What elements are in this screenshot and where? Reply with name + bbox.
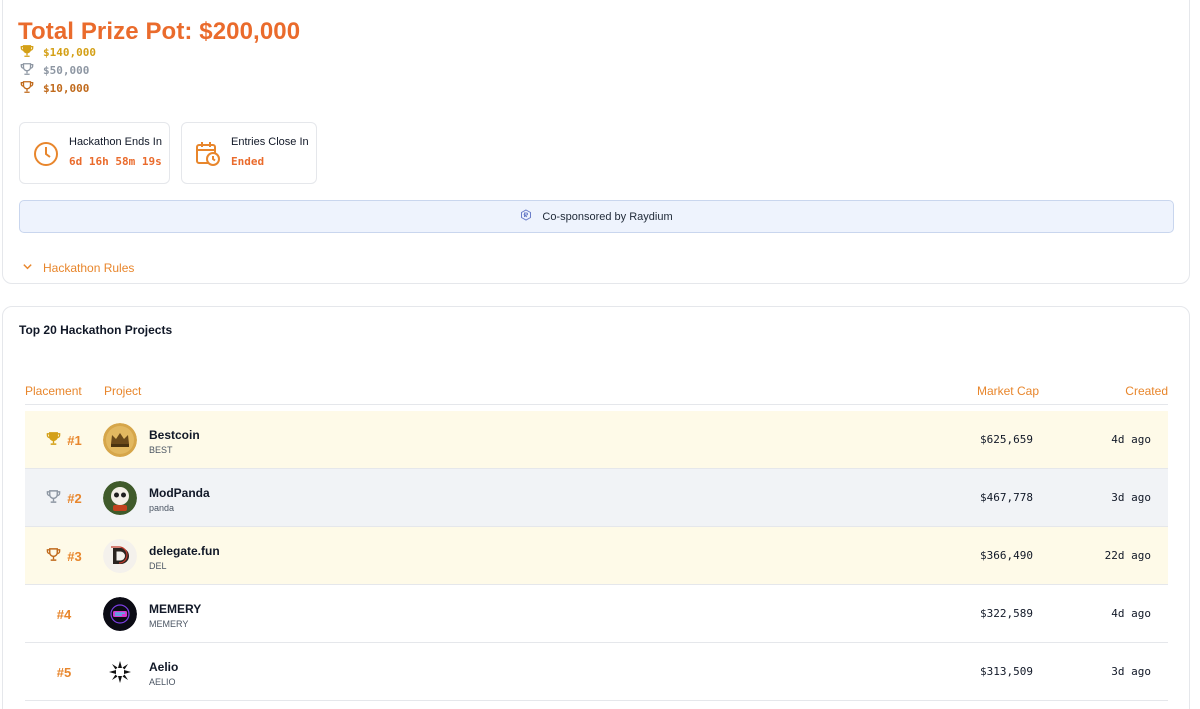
table-row[interactable]: #4 MEMERY MEMERY $322,589 4d ago bbox=[25, 585, 1168, 643]
prize-tier-amount: $50,000 bbox=[43, 64, 90, 77]
sponsor-text: Co-sponsored by Raydium bbox=[542, 210, 673, 223]
market-cap-value: $366,490 bbox=[980, 549, 1033, 562]
placement-cell: #2 bbox=[25, 469, 103, 527]
project-name[interactable]: MEMERY bbox=[149, 602, 201, 616]
entries-timer-label: Entries Close In bbox=[231, 136, 309, 148]
placement-cell: #4 bbox=[25, 585, 103, 643]
created-value: 3d ago bbox=[1111, 665, 1151, 678]
hackathon-timer-value: 6d 16h 58m 19s bbox=[69, 155, 162, 168]
hackathon-rules-label: Hackathon Rules bbox=[43, 261, 135, 275]
leaderboard-title: Top 20 Hackathon Projects bbox=[19, 323, 173, 337]
table-row[interactable]: #1 Bestcoin BEST $625,659 4d ago bbox=[25, 411, 1168, 469]
project-symbol: panda bbox=[149, 503, 175, 513]
prize-pot-title: Total Prize Pot: $200,000 bbox=[18, 18, 301, 45]
placement-number: #1 bbox=[67, 432, 82, 448]
project-symbol: MEMERY bbox=[149, 619, 189, 629]
prize-tier-amount: $10,000 bbox=[43, 82, 90, 95]
project-name[interactable]: Bestcoin bbox=[149, 428, 200, 442]
project-name[interactable]: Aelio bbox=[149, 660, 178, 674]
placement-number: #4 bbox=[56, 606, 72, 622]
placement-number: #2 bbox=[67, 490, 82, 506]
project-symbol: DEL bbox=[149, 561, 167, 571]
created-value: 4d ago bbox=[1111, 433, 1151, 446]
sponsor-banner[interactable]: Co-sponsored by Raydium bbox=[19, 200, 1174, 233]
trophy-silver-icon bbox=[46, 489, 61, 507]
column-header-placement[interactable]: Placement bbox=[25, 384, 82, 398]
column-header-project[interactable]: Project bbox=[104, 384, 141, 398]
column-header-created[interactable]: Created bbox=[1125, 384, 1168, 398]
trophy-gold-icon bbox=[20, 44, 34, 61]
market-cap-value: $322,589 bbox=[980, 607, 1033, 620]
raydium-logo-icon bbox=[520, 209, 532, 224]
project-avatar bbox=[103, 597, 137, 631]
created-value: 3d ago bbox=[1111, 491, 1151, 504]
entries-timer-box: Entries Close In Ended bbox=[181, 122, 317, 184]
project-avatar bbox=[103, 481, 137, 515]
created-value: 4d ago bbox=[1111, 607, 1151, 620]
trophy-gold-icon bbox=[46, 431, 61, 449]
placement-cell: #1 bbox=[25, 411, 103, 469]
market-cap-value: $313,509 bbox=[980, 665, 1033, 678]
project-name[interactable]: ModPanda bbox=[149, 486, 210, 500]
project-avatar bbox=[103, 423, 137, 457]
project-name[interactable]: delegate.fun bbox=[149, 544, 220, 558]
placement-number: #3 bbox=[67, 548, 82, 564]
placement-cell: #3 bbox=[25, 527, 103, 585]
hackathon-timer-label: Hackathon Ends In bbox=[69, 136, 162, 148]
entries-timer-value: Ended bbox=[231, 155, 265, 168]
prize-tier-first: $140,000 bbox=[20, 44, 96, 61]
project-avatar bbox=[103, 655, 137, 689]
created-value: 22d ago bbox=[1104, 549, 1151, 562]
placement-number: #5 bbox=[56, 664, 72, 680]
leaderboard-header: Placement Project Market Cap Created bbox=[25, 383, 1168, 405]
project-symbol: AELIO bbox=[149, 677, 176, 687]
hackathon-rules-toggle[interactable]: Hackathon Rules bbox=[22, 261, 134, 275]
prize-tier-second: $50,000 bbox=[20, 62, 89, 79]
prize-tier-amount: $140,000 bbox=[43, 46, 96, 59]
table-row[interactable]: #2 ModPanda panda $467,778 3d ago bbox=[25, 469, 1168, 527]
placement-cell: #5 bbox=[25, 643, 103, 701]
trophy-bronze-icon bbox=[46, 547, 61, 565]
market-cap-value: $467,778 bbox=[980, 491, 1033, 504]
clock-icon bbox=[32, 140, 60, 168]
trophy-bronze-icon bbox=[20, 80, 34, 97]
trophy-silver-icon bbox=[20, 62, 34, 79]
table-row[interactable]: #3 delegate.fun DEL $366,490 22d ago bbox=[25, 527, 1168, 585]
project-avatar bbox=[103, 539, 137, 573]
project-symbol: BEST bbox=[149, 445, 173, 455]
prize-tier-third: $10,000 bbox=[20, 80, 89, 97]
market-cap-value: $625,659 bbox=[980, 433, 1033, 446]
table-row[interactable]: #5 Aelio AELIO $313,509 3d ago bbox=[25, 643, 1168, 701]
calendar-clock-icon bbox=[194, 140, 222, 168]
hackathon-timer-box: Hackathon Ends In 6d 16h 58m 19s bbox=[19, 122, 170, 184]
chevron-down-icon bbox=[22, 261, 33, 275]
column-header-market-cap[interactable]: Market Cap bbox=[977, 384, 1039, 398]
